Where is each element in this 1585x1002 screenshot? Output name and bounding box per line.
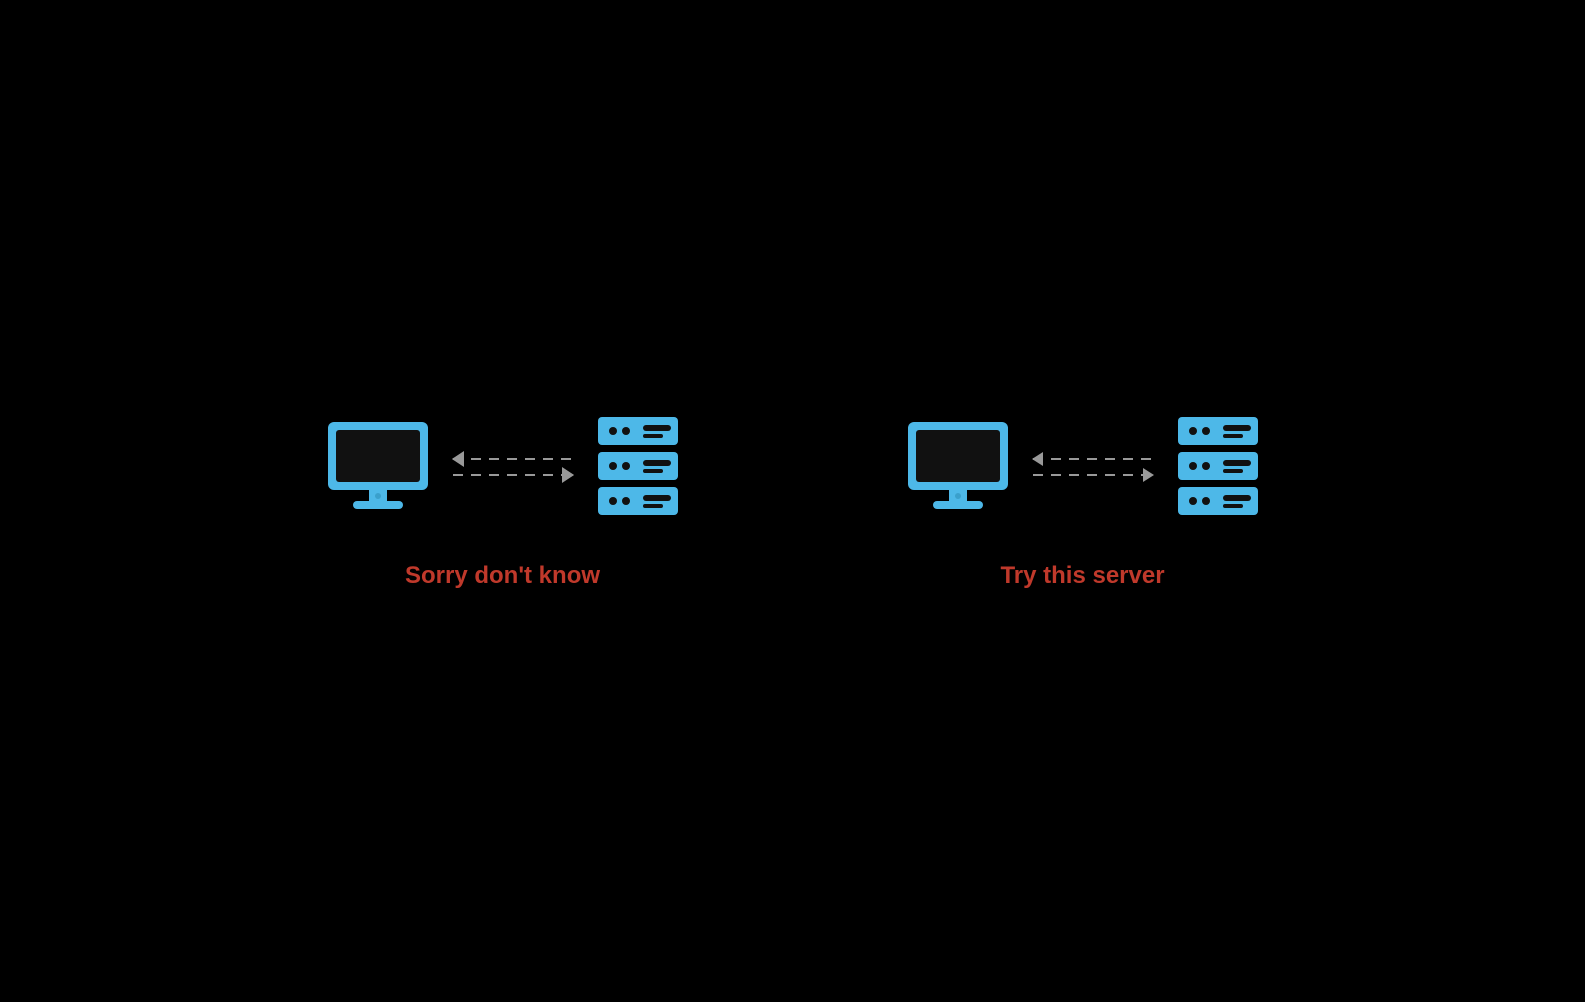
server-icon-left xyxy=(593,412,683,522)
diagram-row-left xyxy=(323,412,683,522)
arrows-right xyxy=(1033,458,1153,476)
arrows-left xyxy=(453,458,573,476)
monitor-icon-right xyxy=(903,417,1013,517)
arrow-request-right xyxy=(1033,474,1153,476)
scene: Sorry don't know xyxy=(323,412,1263,590)
server-icon-right xyxy=(1173,412,1263,522)
arrow-response-left xyxy=(453,458,573,460)
diagram-left: Sorry don't know xyxy=(323,412,683,590)
diagram-row-right xyxy=(903,412,1263,522)
diagram-right: Try this server xyxy=(903,412,1263,590)
arrow-response-right xyxy=(1033,458,1153,460)
caption-left: Sorry don't know xyxy=(405,562,600,590)
arrow-request-left xyxy=(453,474,573,476)
monitor-icon-left xyxy=(323,417,433,517)
caption-right: Try this server xyxy=(1000,562,1164,590)
